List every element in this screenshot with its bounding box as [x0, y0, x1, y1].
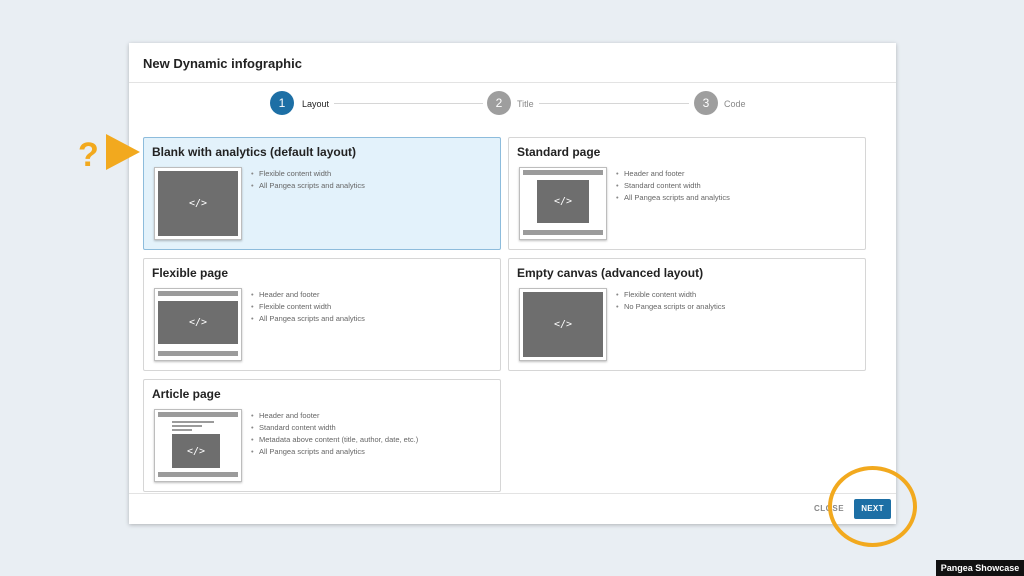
layout-card-title: Flexible page [152, 266, 229, 280]
dialog-footer: CLOSE NEXT [129, 493, 896, 524]
step-2-label[interactable]: Title [517, 99, 534, 109]
layout-thumbnail: </> [154, 288, 242, 361]
code-icon: </> [158, 171, 238, 236]
feature-list: Header and footer Flexible content width… [251, 289, 365, 325]
layout-thumbnail: </> [154, 167, 242, 240]
code-icon: </> [172, 434, 220, 468]
step-3-label[interactable]: Code [724, 99, 746, 109]
step-3-circle[interactable]: 3 [694, 91, 718, 115]
code-icon: </> [158, 301, 238, 344]
layout-card-empty-canvas[interactable]: Empty canvas (advanced layout) </> Flexi… [508, 258, 866, 371]
feature-list: Header and footer Standard content width… [616, 168, 730, 204]
header-bar [523, 170, 603, 175]
metadata-line [172, 429, 192, 431]
arrow-annotation: ? [76, 130, 142, 179]
header-bar [158, 412, 238, 417]
step-1-circle[interactable]: 1 [270, 91, 294, 115]
step-connector [539, 103, 689, 104]
feature-list: Flexible content width No Pangea scripts… [616, 289, 725, 313]
footer-bar [158, 351, 238, 356]
step-connector [334, 103, 483, 104]
metadata-line [172, 425, 202, 427]
layout-card-article-page[interactable]: Article page </> Header and footer Stand… [143, 379, 501, 492]
layout-card-flexible-page[interactable]: Flexible page </> Header and footer Flex… [143, 258, 501, 371]
feature-item: Header and footer [251, 289, 365, 301]
layout-thumbnail: </> [154, 409, 242, 482]
layout-card-title: Article page [152, 387, 221, 401]
feature-item: All Pangea scripts and analytics [251, 446, 418, 458]
feature-item: All Pangea scripts and analytics [616, 192, 730, 204]
dialog-title: New Dynamic infographic [143, 56, 302, 71]
feature-item: Flexible content width [616, 289, 725, 301]
arrow-right-icon: ? [78, 134, 140, 174]
footer-bar [523, 230, 603, 235]
new-infographic-dialog: New Dynamic infographic 1 Layout 2 Title… [129, 43, 896, 524]
feature-item: Header and footer [616, 168, 730, 180]
header-bar [158, 291, 238, 296]
feature-item: Flexible content width [251, 168, 365, 180]
feature-item: Metadata above content (title, author, d… [251, 434, 418, 446]
feature-item: All Pangea scripts and analytics [251, 180, 365, 192]
layout-thumbnail: </> [519, 288, 607, 361]
stepper: 1 Layout 2 Title 3 Code [129, 91, 896, 121]
question-mark-icon: ? [78, 136, 99, 174]
dialog-header: New Dynamic infographic [129, 43, 896, 83]
feature-item: Flexible content width [251, 301, 365, 313]
footer-bar [158, 472, 238, 477]
step-2-circle[interactable]: 2 [487, 91, 511, 115]
feature-item: Standard content width [251, 422, 418, 434]
step-1-label[interactable]: Layout [302, 99, 329, 109]
layout-card-blank-analytics[interactable]: Blank with analytics (default layout) </… [143, 137, 501, 250]
layout-card-title: Empty canvas (advanced layout) [517, 266, 704, 280]
metadata-line [172, 421, 214, 423]
highlight-circle [828, 466, 917, 547]
feature-item: Standard content width [616, 180, 730, 192]
feature-list: Header and footer Standard content width… [251, 410, 418, 458]
layout-card-title: Standard page [517, 145, 601, 159]
feature-item: All Pangea scripts and analytics [251, 313, 365, 325]
layout-thumbnail: </> [519, 167, 607, 240]
brand-badge: Pangea Showcase [936, 560, 1024, 576]
layout-card-title: Blank with analytics (default layout) [152, 145, 357, 159]
feature-item: No Pangea scripts or analytics [616, 301, 725, 313]
feature-item: Header and footer [251, 410, 418, 422]
code-icon: </> [537, 180, 589, 223]
code-icon: </> [523, 292, 603, 357]
feature-list: Flexible content width All Pangea script… [251, 168, 365, 192]
layout-card-standard-page[interactable]: Standard page </> Header and footer Stan… [508, 137, 866, 250]
